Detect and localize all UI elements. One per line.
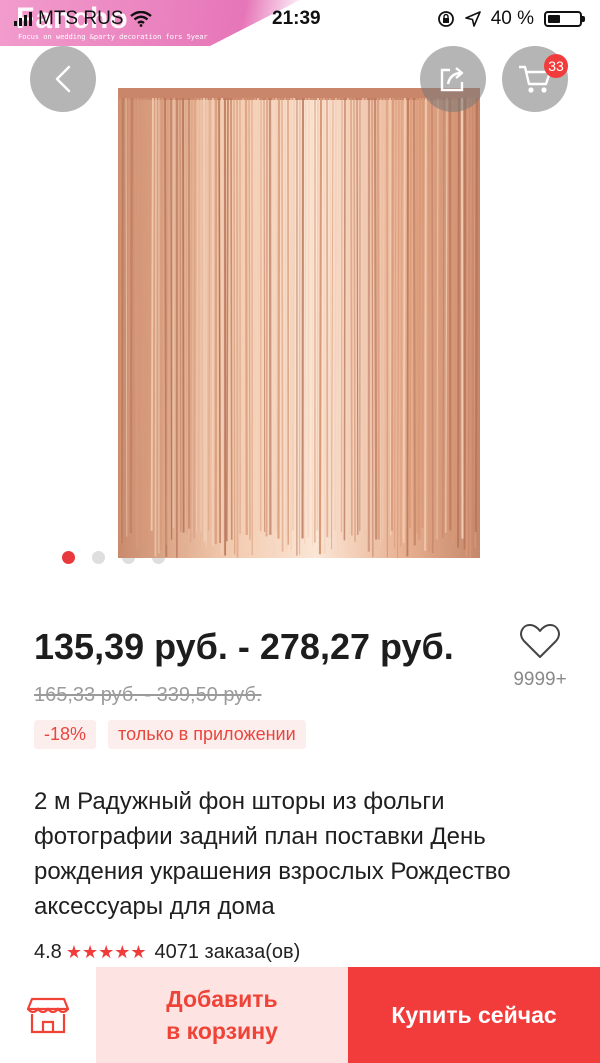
foil-strand	[318, 97, 323, 555]
location-arrow-icon	[464, 11, 481, 27]
foil-strand	[136, 97, 140, 549]
foil-strand	[334, 97, 337, 530]
app-only-badge: только в приложении	[108, 720, 306, 749]
foil-strand	[182, 97, 185, 533]
foil-strand	[469, 97, 473, 558]
foil-strand	[353, 97, 356, 542]
product-title: 2 м Радужный фон шторы из фольги фотогра…	[34, 788, 511, 920]
foil-strand	[257, 97, 260, 530]
gallery-dot[interactable]	[92, 551, 105, 564]
rating-stars-icon: ★★★★★	[65, 942, 147, 962]
product-image[interactable]	[118, 88, 480, 558]
cart-button[interactable]: 33	[502, 46, 568, 112]
wishlist-button[interactable]: 9999+	[508, 622, 572, 691]
add-to-cart-label: Добавить в корзину	[166, 983, 278, 1047]
foil-strand	[170, 97, 173, 540]
foil-strand	[373, 97, 378, 540]
status-time: 21:39	[272, 8, 321, 29]
price-badges: -18% только в приложении	[34, 720, 306, 749]
foil-strand	[244, 97, 248, 535]
foil-strand	[415, 97, 419, 534]
battery-icon	[544, 11, 585, 27]
foil-strand	[418, 97, 422, 540]
price-range: 135,39 руб. - 278,27 руб.	[34, 626, 454, 667]
foil-strand	[424, 97, 427, 551]
bottom-action-bar: Добавить в корзину Купить сейчас	[0, 967, 600, 1063]
signal-icon	[14, 12, 32, 26]
chevron-left-icon	[55, 65, 71, 93]
store-button[interactable]	[0, 967, 96, 1063]
wishlist-count: 9999+	[513, 669, 567, 690]
status-right: 40 %	[437, 8, 585, 30]
foil-strand	[154, 97, 157, 557]
back-button[interactable]	[30, 46, 96, 112]
battery-fill	[548, 15, 560, 23]
foil-strand	[202, 97, 206, 542]
rating-row: 4.8 ★★★★★ 4071 заказа(ов)	[34, 941, 300, 964]
foil-strand	[350, 97, 353, 536]
foil-strand	[457, 97, 460, 548]
foil-strand	[412, 97, 416, 546]
heart-outline-icon	[520, 624, 560, 658]
foil-strand	[129, 97, 134, 534]
foil-strand	[431, 97, 434, 554]
status-left: MTS RUS	[14, 8, 152, 30]
foil-strand	[316, 97, 319, 531]
foil-strand	[233, 97, 236, 555]
foil-strand	[347, 97, 350, 555]
share-button[interactable]	[420, 46, 486, 112]
add-to-cart-button[interactable]: Добавить в корзину	[96, 967, 348, 1063]
add-to-cart-line2: в корзину	[166, 1018, 278, 1044]
foil-strand	[307, 97, 310, 538]
buy-now-button[interactable]: Купить сейчас	[348, 967, 600, 1063]
foil-strand	[291, 97, 296, 531]
foil-strand	[128, 97, 131, 536]
add-to-cart-line1: Добавить	[166, 986, 278, 1012]
foil-strand	[322, 97, 326, 554]
old-price-range: 165,33 руб. - 339,50 руб.	[34, 684, 262, 706]
battery-percent: 40 %	[490, 8, 534, 29]
orders-count: 4071 заказа(ов)	[154, 941, 301, 963]
foil-strand	[281, 97, 284, 552]
foil-strand	[421, 97, 425, 529]
foil-strand	[159, 97, 164, 551]
store-icon	[26, 997, 70, 1034]
foil-strand	[343, 97, 346, 541]
wifi-icon	[129, 11, 152, 27]
foil-strand	[390, 97, 394, 531]
orientation-lock-icon	[437, 11, 454, 27]
foil-strand	[474, 97, 479, 533]
foil-strand	[406, 97, 409, 557]
foil-strand	[274, 97, 278, 533]
foil-strand	[376, 97, 380, 540]
foil-strand	[389, 97, 392, 536]
rating-value: 4.8	[34, 941, 62, 963]
carrier-name: MTS RUS	[38, 8, 124, 29]
foil-strand	[340, 97, 343, 533]
foil-strand	[277, 97, 281, 539]
foil-strand	[409, 97, 412, 529]
discount-badge: -18%	[34, 720, 97, 749]
foil-strand	[230, 97, 233, 540]
gallery-dot[interactable]	[62, 551, 75, 564]
foil-strand	[193, 97, 197, 539]
cart-count-badge: 33	[544, 54, 568, 78]
share-icon	[440, 67, 464, 92]
status-bar: MTS RUS 21:39 40 %	[0, 0, 600, 40]
